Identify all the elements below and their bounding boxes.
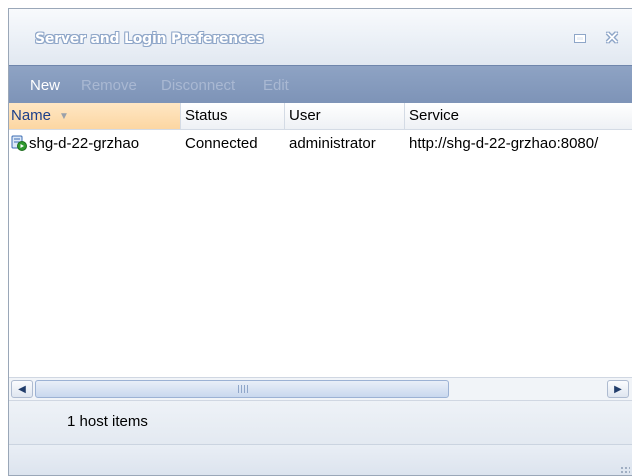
cell-service: http://shg-d-22-grzhao:8080/ — [409, 135, 599, 152]
close-button[interactable]: ✕ — [601, 27, 623, 49]
close-icon: ✕ — [604, 27, 620, 49]
cell-status: Connected — [185, 135, 258, 152]
scroll-right-icon: ▶ — [614, 383, 622, 395]
remove-button[interactable]: Remove — [81, 77, 137, 94]
scroll-right-button[interactable]: ▶ — [607, 380, 629, 398]
status-bar: 1 host items — [9, 400, 632, 445]
scroll-left-button[interactable]: ◀ — [11, 380, 33, 398]
bottom-panel — [9, 444, 632, 475]
table-row[interactable]: shg-d-22-grzhao Connected administrator … — [9, 131, 632, 157]
resize-grip-icon[interactable] — [620, 466, 630, 475]
preferences-window: Server and Login Preferences ✕ New Remov… — [8, 8, 632, 476]
column-header-status[interactable]: Status — [181, 103, 285, 129]
window-title: Server and Login Preferences — [35, 31, 264, 47]
scrollbar-grip-icon — [238, 385, 248, 393]
cell-name: shg-d-22-grzhao — [9, 131, 183, 157]
host-name: shg-d-22-grzhao — [29, 135, 140, 152]
hosts-table: Name ▼ Status User Service shg-d-22-grzha… — [9, 103, 632, 379]
cell-user: administrator — [289, 135, 376, 152]
new-button[interactable]: New — [30, 77, 60, 94]
maximize-icon — [575, 34, 585, 42]
disconnect-button[interactable]: Disconnect — [161, 77, 235, 94]
title-bar[interactable]: Server and Login Preferences ✕ — [9, 9, 632, 65]
host-count-text: 1 host items — [67, 413, 148, 430]
toolbar: New Remove Disconnect Edit — [9, 65, 632, 104]
edit-button[interactable]: Edit — [263, 77, 289, 94]
column-header-name[interactable]: Name ▼ — [9, 103, 181, 129]
sort-arrow-icon: ▼ — [59, 111, 69, 122]
column-header-user[interactable]: User — [285, 103, 405, 129]
server-connected-icon — [11, 135, 27, 151]
column-header-name-label: Name — [11, 107, 52, 124]
table-header: Name ▼ Status User Service — [9, 103, 632, 130]
scrollbar-thumb[interactable] — [35, 380, 449, 398]
maximize-button[interactable] — [569, 27, 591, 49]
horizontal-scrollbar[interactable]: ◀ ▶ — [9, 377, 632, 400]
column-header-service[interactable]: Service — [405, 103, 632, 129]
scroll-left-icon: ◀ — [18, 383, 26, 395]
